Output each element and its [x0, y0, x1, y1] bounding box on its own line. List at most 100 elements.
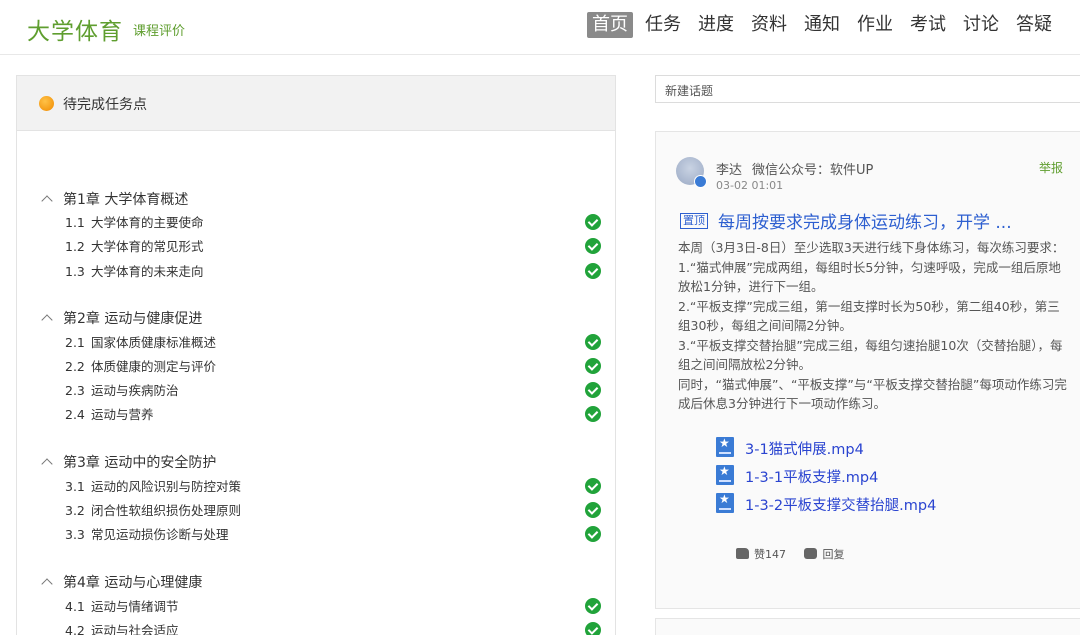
lesson-number: 2.3	[65, 383, 85, 398]
lesson-number: 1.2	[65, 239, 85, 254]
chevron-up-icon	[41, 314, 53, 326]
completed-check-icon	[585, 334, 601, 350]
lesson-item[interactable]: 4.1 运动与情绪调节	[65, 596, 179, 615]
video-file-icon	[716, 436, 734, 457]
chapter-title: 第3章 运动中的安全防护	[63, 455, 217, 471]
completed-check-icon	[585, 526, 601, 542]
lesson-title: 运动与疾病防治	[91, 383, 179, 398]
attachment-name: 1-3-1平板支撑.mp4	[745, 470, 879, 486]
lesson-item[interactable]: 3.2 闭合性软组织损伤处理原则	[65, 500, 241, 519]
lesson-number: 1.3	[65, 264, 85, 279]
chapter-toggle[interactable]: 第2章 运动与健康促进	[41, 308, 203, 328]
new-topic-input[interactable]: 新建话题	[655, 75, 1080, 103]
nav-qa[interactable]: 答疑	[1011, 12, 1057, 38]
chapter-toggle[interactable]: 第1章 大学体育概述	[41, 189, 189, 209]
completed-check-icon	[585, 598, 601, 614]
chevron-up-icon	[41, 195, 53, 207]
completed-check-icon	[585, 263, 601, 279]
lesson-number: 4.2	[65, 623, 85, 635]
pending-tasks-header: 待完成任务点	[17, 76, 615, 131]
lesson-item[interactable]: 2.3 运动与疾病防治	[65, 380, 179, 399]
lesson-number: 3.2	[65, 503, 85, 518]
post-paragraph: 2.“平板支撑”完成三组，第一组支撑时长为50秒，第二组40秒，第三组30秒，每…	[678, 298, 1060, 334]
reply-label: 回复	[822, 548, 845, 561]
thumbs-up-icon	[736, 548, 749, 559]
lesson-number: 4.1	[65, 599, 85, 614]
pending-tasks-title: 待完成任务点	[63, 97, 147, 113]
lesson-title: 大学体育的主要使命	[91, 215, 204, 230]
lesson-title: 大学体育的常见形式	[91, 239, 204, 254]
reply-button[interactable]: 回复	[790, 548, 845, 561]
course-evaluation-link[interactable]: 课程评价	[133, 20, 185, 39]
lesson-item[interactable]: 3.3 常见运动损伤诊断与处理	[65, 524, 229, 543]
lesson-title: 闭合性软组织损伤处理原则	[91, 503, 242, 518]
completed-check-icon	[585, 382, 601, 398]
like-count: 赞147	[754, 548, 786, 561]
post-author-line: 李达 微信公众号：软件UP	[716, 159, 873, 178]
lesson-number: 3.1	[65, 479, 85, 494]
lesson-title: 国家体质健康标准概述	[91, 335, 217, 350]
post-paragraph: 3.“平板支撑交替抬腿”完成三组，每组匀速抬腿10次（交替抬腿），每组之间间隔放…	[678, 337, 1063, 373]
pending-dot-icon	[39, 96, 54, 111]
main-nav: 首页 任务 进度 资料 通知 作业 考试 讨论 答疑	[580, 12, 1057, 38]
lesson-number: 2.1	[65, 335, 85, 350]
nav-discussion[interactable]: 讨论	[958, 12, 1004, 38]
post-paragraph: 1.“猫式伸展”完成两组，每组时长5分钟，匀速呼吸，完成一组后原地放松1分钟，进…	[678, 259, 1061, 295]
nav-progress[interactable]: 进度	[693, 12, 739, 38]
chapter-toggle[interactable]: 第3章 运动中的安全防护	[41, 452, 217, 472]
author-source: 微信公众号：软件UP	[752, 163, 874, 178]
lesson-number: 2.2	[65, 359, 85, 374]
lesson-number: 2.4	[65, 407, 85, 422]
lesson-item[interactable]: 1.3 大学体育的未来走向	[65, 261, 204, 280]
post-title[interactable]: 每周按要求完成身体运动练习，开学 ...	[718, 208, 1012, 233]
course-title[interactable]: 大学体育	[27, 12, 123, 46]
lesson-item[interactable]: 4.2 运动与社会适应	[65, 620, 179, 635]
nav-home[interactable]: 首页	[587, 12, 633, 38]
teacher-badge-icon	[694, 175, 707, 188]
completed-check-icon	[585, 238, 601, 254]
lesson-number: 1.1	[65, 215, 85, 230]
post-paragraph: 同时，“猫式伸展”、“平板支撑”与“平板支撑交替抬腿”每项动作练习完成后休息3分…	[678, 376, 1067, 412]
lesson-title: 运动与情绪调节	[91, 599, 179, 614]
lesson-title: 常见运动损伤诊断与处理	[91, 527, 229, 542]
author-name: 李达	[716, 163, 743, 178]
completed-check-icon	[585, 502, 601, 518]
completed-check-icon	[585, 214, 601, 230]
completed-check-icon	[585, 406, 601, 422]
top-header: 大学体育 课程评价 首页 任务 进度 资料 通知 作业 考试 讨论 答疑	[0, 0, 1080, 55]
nav-tasks[interactable]: 任务	[640, 12, 686, 38]
nav-exams[interactable]: 考试	[905, 12, 951, 38]
nav-homework[interactable]: 作业	[852, 12, 898, 38]
chapter-toggle[interactable]: 第4章 运动与心理健康	[41, 572, 203, 592]
attachment-name: 1-3-2平板支撑交替抬腿.mp4	[745, 498, 937, 514]
lesson-title: 大学体育的未来走向	[91, 264, 204, 279]
comment-icon	[803, 548, 817, 559]
chapter-title: 第1章 大学体育概述	[63, 192, 189, 208]
lesson-item[interactable]: 1.1 大学体育的主要使命	[65, 212, 204, 231]
chapter-title: 第4章 运动与心理健康	[63, 575, 203, 591]
nav-notices[interactable]: 通知	[799, 12, 845, 38]
lesson-item[interactable]: 1.2 大学体育的常见形式	[65, 236, 204, 255]
completed-check-icon	[585, 622, 601, 635]
post-actions: 赞147 回复	[736, 546, 845, 562]
new-topic-placeholder: 新建话题	[665, 84, 714, 98]
lesson-item[interactable]: 3.1 运动的风险识别与防控对策	[65, 476, 241, 495]
chevron-up-icon	[41, 578, 53, 590]
attachment-name: 3-1猫式伸展.mp4	[745, 442, 864, 458]
completed-check-icon	[585, 358, 601, 374]
like-button[interactable]: 赞147	[736, 548, 786, 561]
lesson-title: 体质健康的测定与评价	[91, 359, 217, 374]
report-link[interactable]: 举报	[1039, 159, 1063, 176]
chapter-title: 第2章 运动与健康促进	[63, 311, 203, 327]
post-body: 本周（3月3日-8日）至少选取3天进行线下身体练习，每次练习要求： 1.“猫式伸…	[678, 238, 1070, 414]
completed-check-icon	[585, 478, 601, 494]
lesson-item[interactable]: 2.4 运动与营养	[65, 404, 154, 423]
lesson-item[interactable]: 2.1 国家体质健康标准概述	[65, 332, 216, 351]
lesson-title: 运动的风险识别与防控对策	[91, 479, 242, 494]
video-file-icon	[716, 492, 734, 513]
nav-materials[interactable]: 资料	[746, 12, 792, 38]
lesson-item[interactable]: 2.2 体质健康的测定与评价	[65, 356, 216, 375]
post-time: 03-02 01:01	[716, 179, 784, 192]
chevron-up-icon	[41, 458, 53, 470]
video-file-icon	[716, 464, 734, 485]
